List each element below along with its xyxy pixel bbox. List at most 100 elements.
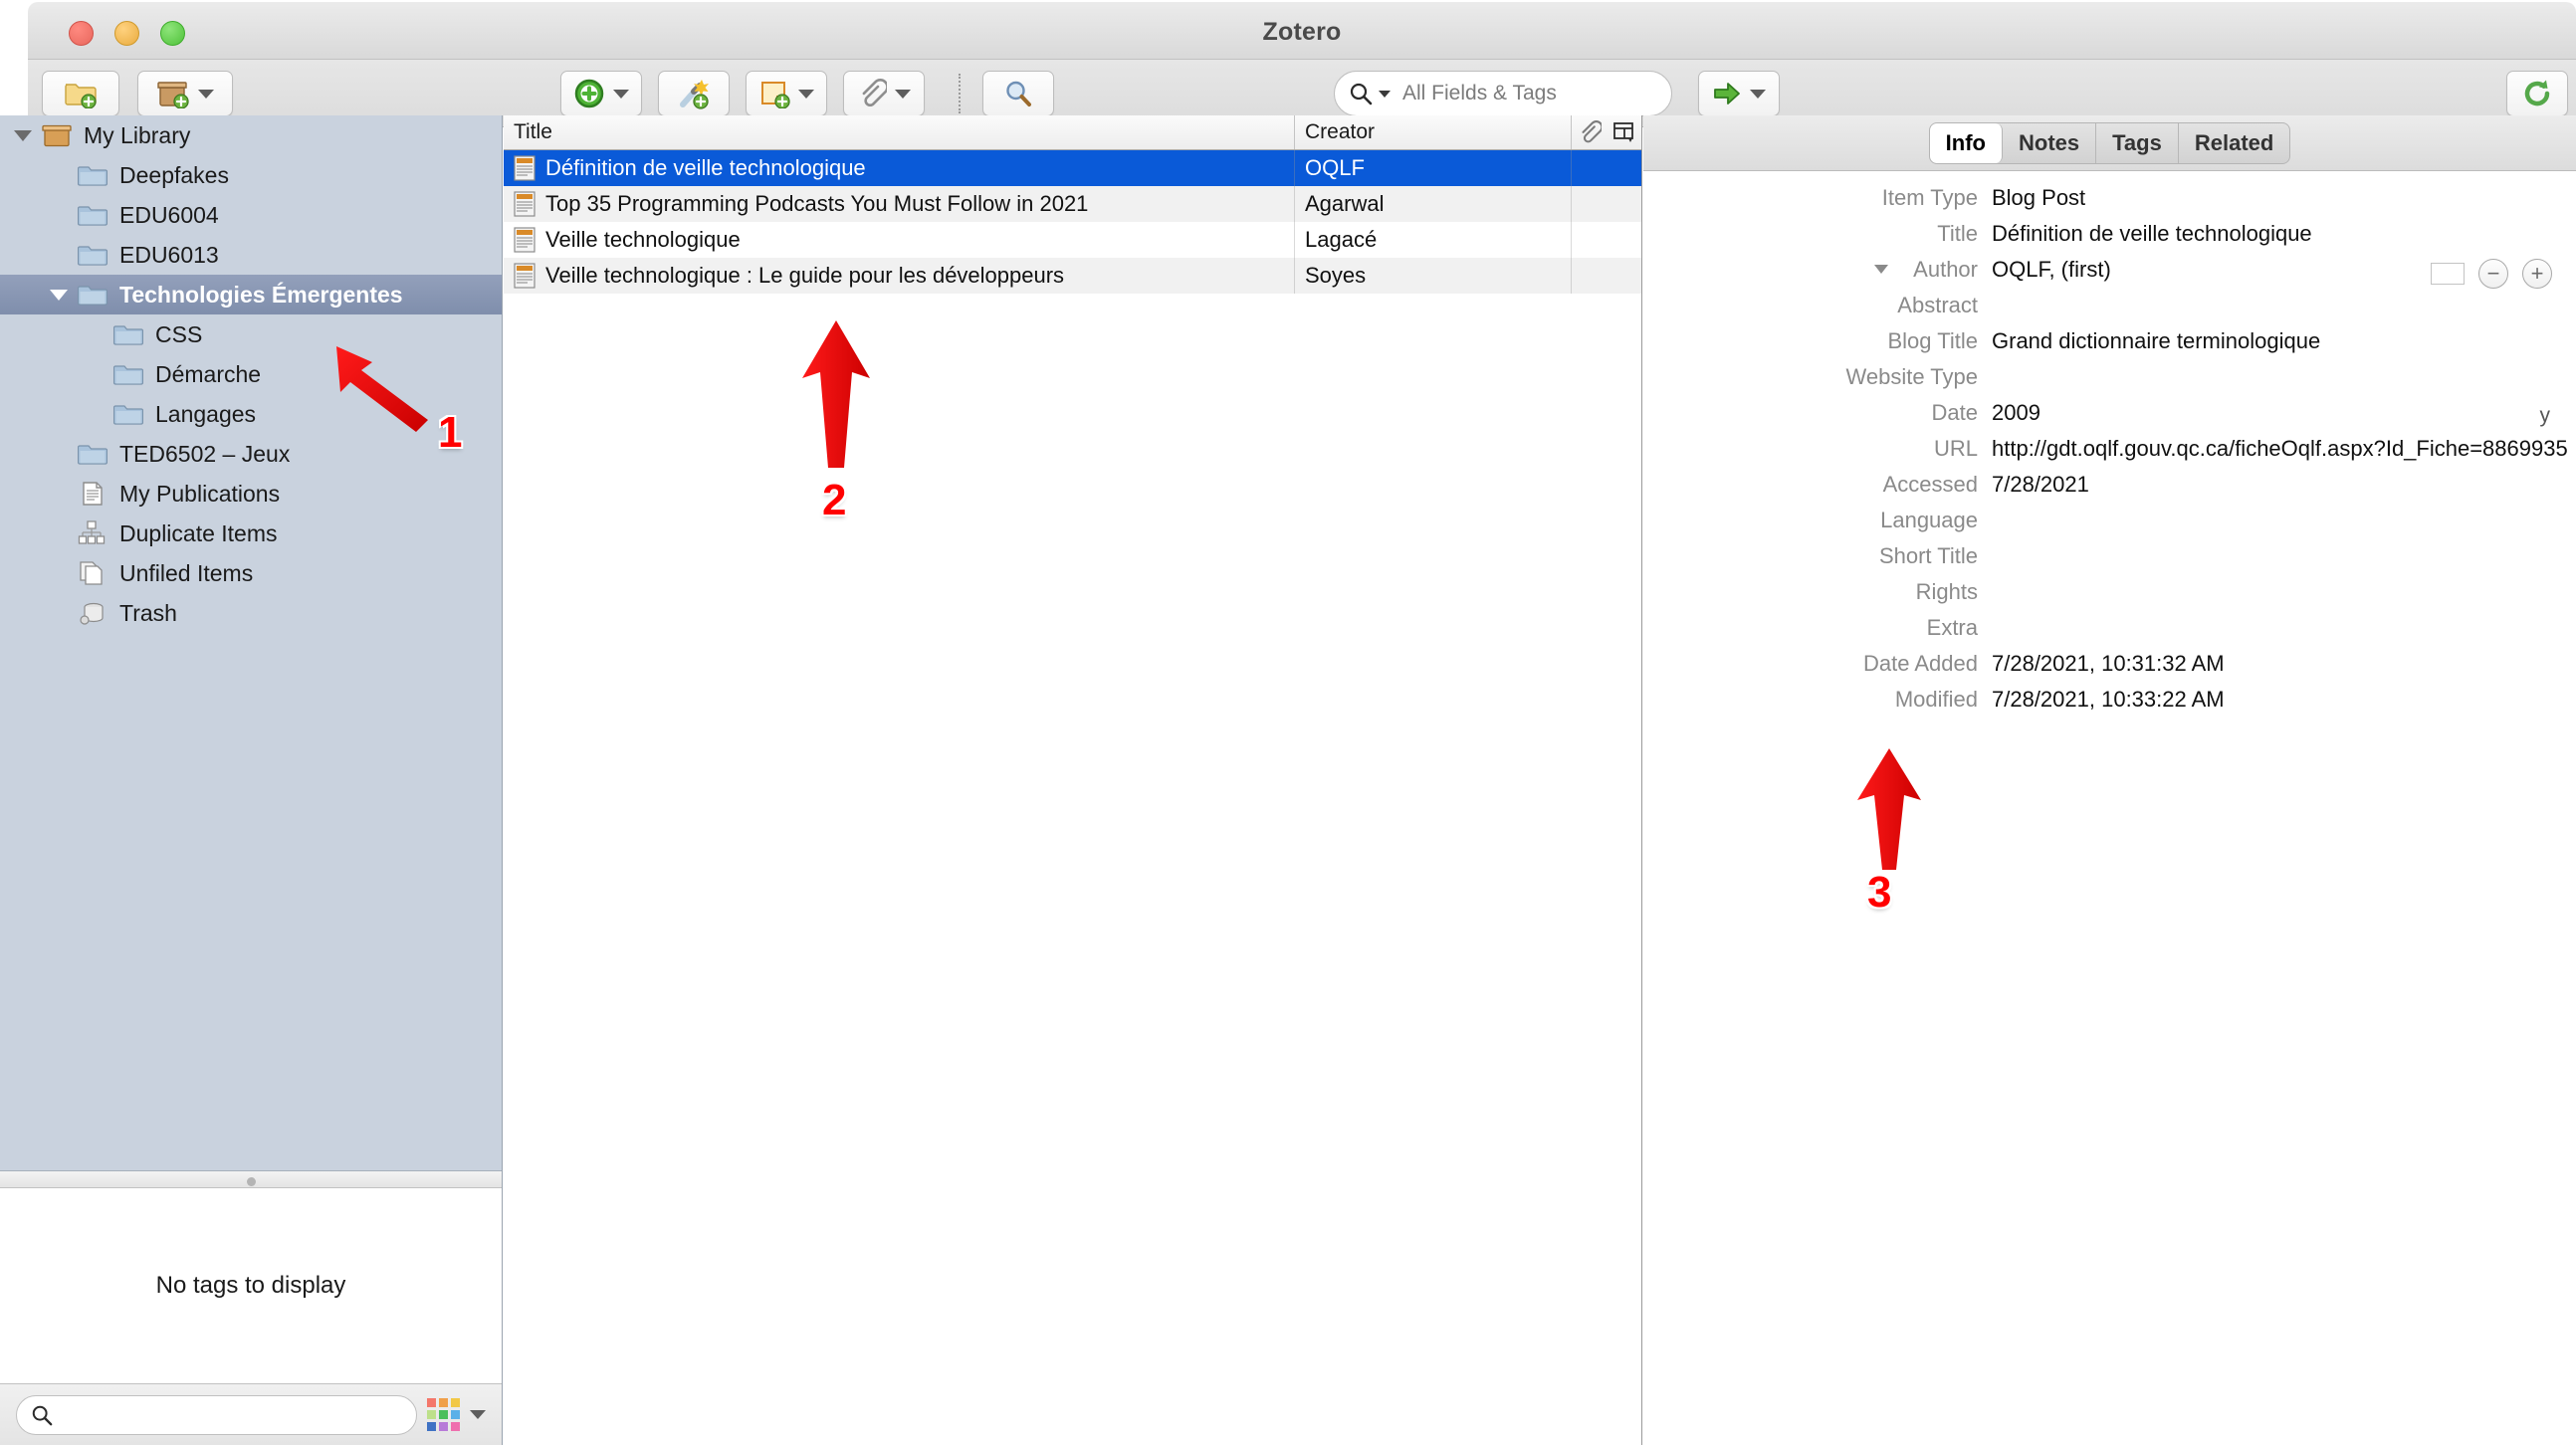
info-field-label-text: Abstract [1897, 293, 1978, 317]
blog-post-icon [514, 263, 536, 289]
pane-splitter[interactable] [0, 1170, 502, 1188]
new-collection-icon [65, 84, 97, 108]
add-attachment-button[interactable] [843, 71, 925, 116]
sidebar-item-ted6502-jeux[interactable]: TED6502 – Jeux [0, 434, 502, 474]
column-header-creator[interactable]: Creator [1295, 115, 1572, 149]
info-field-value[interactable]: Définition de veille technologique [1992, 221, 2312, 247]
table-row[interactable]: Veille technologique Lagacé [504, 222, 1641, 258]
paperclip-icon [862, 79, 887, 107]
sidebar-item-edu6004[interactable]: EDU6004 [0, 195, 502, 235]
column-header-title[interactable]: Title [504, 115, 1295, 149]
info-field-row: Date 2009 y [1643, 400, 2576, 436]
chevron-down-icon [613, 89, 629, 99]
unfiled-icon [80, 561, 103, 585]
info-field-value[interactable]: 7/28/2021, 10:33:22 AM [1992, 687, 2225, 713]
collections-tree[interactable]: My Library Deepfakes EDU6004 EDU6013 Technol… [0, 115, 502, 1170]
sidebar-item-d-marche[interactable]: Démarche [0, 354, 502, 394]
table-row[interactable]: Définition de veille technologique OQLF [504, 150, 1641, 186]
chevron-down-icon[interactable] [50, 289, 68, 301]
splitter-grip[interactable] [247, 1177, 256, 1186]
sidebar-item-trash[interactable]: Trash [0, 593, 502, 633]
annotation-number-3: 3 [1867, 868, 1892, 917]
table-row[interactable]: Veille technologique : Le guide pour les… [504, 258, 1641, 294]
info-field-label-text: Date [1931, 400, 1978, 425]
info-field-label: Website Type [1643, 364, 1992, 390]
sidebar-item-css[interactable]: CSS [0, 314, 502, 354]
sidebar-item-my-library[interactable]: My Library [0, 115, 502, 155]
quick-search-field[interactable]: All Fields & Tags [1334, 71, 1672, 116]
items-pane: Title Creator Définition de veille techn… [504, 115, 1642, 1445]
advanced-search-button[interactable] [982, 71, 1054, 116]
item-creator-cell: OQLF [1295, 150, 1572, 186]
sidebar-item-label: EDU6004 [119, 201, 219, 228]
sidebar-item-duplicate-items[interactable]: Duplicate Items [0, 514, 502, 553]
search-icon [1350, 83, 1373, 105]
info-field-label: Date [1643, 400, 1992, 426]
info-field-row: Extra [1643, 615, 2576, 651]
info-field-label-text: Date Added [1863, 651, 1978, 676]
chevron-down-icon[interactable] [14, 129, 32, 141]
column-picker-icon[interactable] [1612, 120, 1636, 144]
sync-button[interactable] [2506, 71, 2568, 116]
info-field-value[interactable]: Grand dictionnaire terminologique [1992, 328, 2320, 354]
items-list[interactable]: Définition de veille technologique OQLF To… [504, 150, 1641, 1445]
sidebar-item-unfiled-items[interactable]: Unfiled Items [0, 553, 502, 593]
add-by-identifier-button[interactable] [658, 71, 730, 116]
paperclip-icon[interactable] [1578, 120, 1602, 144]
info-field-label-text: Extra [1926, 615, 1978, 640]
search-mode-chevron-icon[interactable] [1379, 90, 1391, 98]
item-info-fields: Item Type Blog Post Title Définition de vei… [1643, 171, 2576, 1445]
new-item-button[interactable] [560, 71, 642, 116]
chevron-down-icon [1750, 89, 1766, 99]
info-field-label: Author [1643, 257, 1992, 283]
duplicates-icon [78, 520, 106, 544]
tag-color-swatch [451, 1398, 460, 1407]
locate-button[interactable] [1698, 71, 1780, 116]
blog-post-icon [514, 227, 536, 253]
info-field-label-text: Title [1937, 221, 1978, 246]
info-field-value[interactable]: 2009 [1992, 400, 2040, 426]
tag-options-chevron-icon[interactable] [470, 1410, 486, 1419]
folder-icon [113, 365, 143, 385]
new-collection-button[interactable] [42, 71, 119, 116]
sidebar-item-langages[interactable]: Langages [0, 394, 502, 434]
table-row[interactable]: Top 35 Programming Podcasts You Must Fol… [504, 186, 1641, 222]
info-field-row: Blog Title Grand dictionnaire terminologi… [1643, 328, 2576, 364]
new-library-button[interactable] [137, 71, 233, 116]
tab-related[interactable]: Related [2179, 123, 2289, 163]
info-field-value[interactable]: http://gdt.oqlf.gouv.qc.ca/ficheOqlf.asp… [1992, 436, 2568, 462]
note-icon [761, 82, 790, 108]
item-title-cell: Veille technologique [504, 222, 1295, 258]
info-field-row: Short Title [1643, 543, 2576, 579]
info-field-value[interactable]: 7/28/2021 [1992, 472, 2089, 498]
tag-color-swatch [451, 1422, 460, 1431]
author-switch-mode-field[interactable] [2431, 263, 2465, 285]
info-field-value[interactable]: OQLF, (first) [1992, 257, 2111, 283]
info-field-label: Extra [1643, 615, 1992, 641]
tag-search-input[interactable] [16, 1394, 417, 1435]
item-title-text: Définition de veille technologique [545, 155, 866, 180]
chevron-down-icon[interactable] [1874, 265, 1888, 274]
sidebar-item-edu6013[interactable]: EDU6013 [0, 235, 502, 275]
item-title-text: Top 35 Programming Podcasts You Must Fol… [545, 191, 1089, 216]
tag-selector-toolbar [0, 1383, 502, 1445]
tab-tags[interactable]: Tags [2096, 122, 2179, 163]
sidebar-item-label: EDU6013 [119, 241, 219, 268]
tag-color-grid-icon[interactable] [427, 1398, 460, 1431]
sidebar-item-technologies-mergentes[interactable]: Technologies Émergentes [0, 275, 502, 314]
item-tab-group[interactable]: Info Notes Tags Related [1928, 121, 2291, 164]
sidebar-item-deepfakes[interactable]: Deepfakes [0, 155, 502, 195]
sidebar-item-label: Langages [155, 400, 257, 427]
new-note-button[interactable] [746, 71, 827, 116]
sidebar-item-my-publications[interactable]: My Publications [0, 474, 502, 514]
info-field-label: Abstract [1643, 293, 1992, 318]
add-creator-button[interactable]: + [2522, 259, 2552, 289]
search-icon [1006, 81, 1031, 106]
folder-icon [78, 166, 107, 186]
tab-info[interactable]: Info [1929, 122, 2003, 163]
tag-color-swatch [439, 1398, 448, 1407]
info-field-value[interactable]: Blog Post [1992, 185, 2085, 211]
tab-notes[interactable]: Notes [2003, 122, 2097, 163]
info-field-value[interactable]: 7/28/2021, 10:31:32 AM [1992, 651, 2225, 677]
remove-creator-button[interactable]: − [2478, 259, 2508, 289]
